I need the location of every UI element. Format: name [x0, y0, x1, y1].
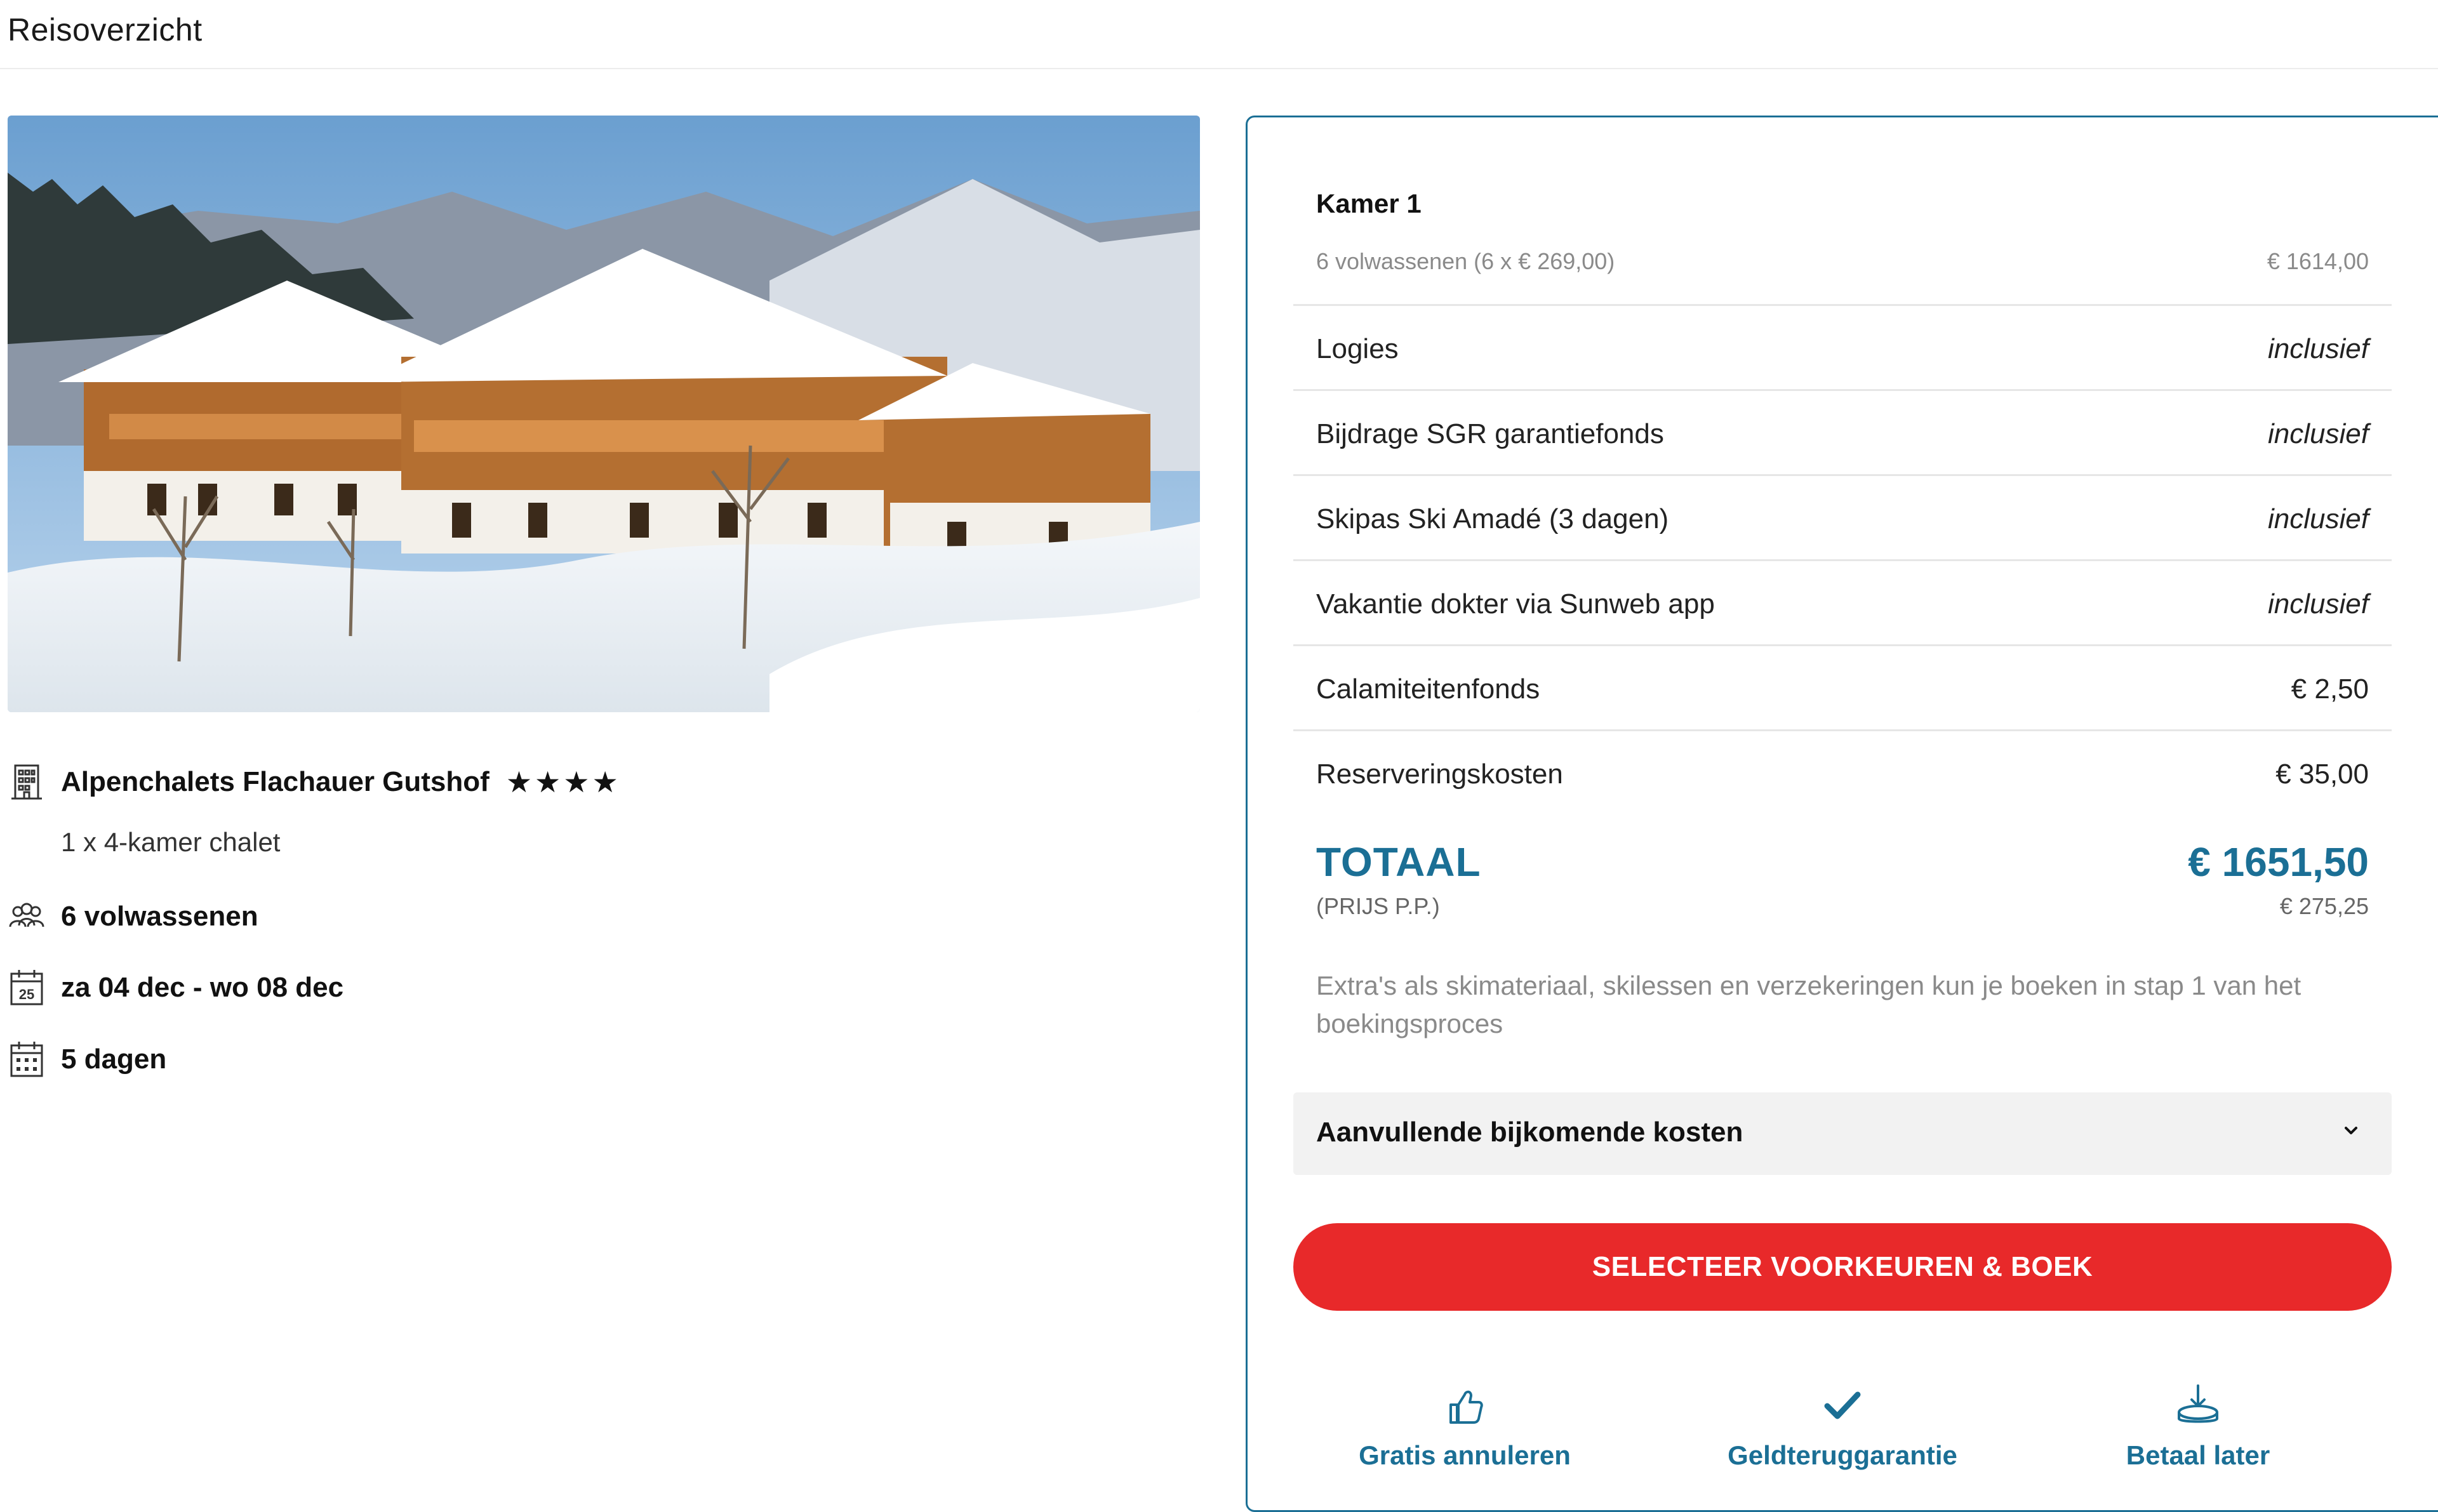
duration-row: 5 dagen: [8, 1039, 166, 1080]
line-dokter-label: Vakantie dokter via Sunweb app: [1316, 588, 1715, 620]
divider: [1293, 474, 2392, 476]
room-title: Kamer 1: [1316, 189, 1422, 218]
accordion-label: Aanvullende bijkomende kosten: [1316, 1117, 1743, 1148]
line-calamiteiten-label: Calamiteitenfonds: [1316, 673, 1540, 705]
select-preferences-book-button[interactable]: SELECTEER VOORKEUREN & BOEK: [1293, 1223, 2392, 1311]
divider: [1293, 729, 2392, 731]
book-button-label: SELECTEER VOORKEUREN & BOEK: [1592, 1251, 2093, 1282]
people-icon: [8, 896, 46, 937]
line-calamiteiten-value: € 2,50: [2291, 673, 2369, 705]
additional-costs-accordion[interactable]: Aanvullende bijkomende kosten: [1293, 1092, 2392, 1175]
divider: [1293, 559, 2392, 561]
divider: [1293, 644, 2392, 646]
price-summary-card: Kamer 1 6 volwassenen (6 x € 269,00) € 1…: [1246, 116, 2438, 1512]
building-icon: [8, 762, 46, 802]
line-logies-label: Logies: [1316, 333, 1399, 364]
total-label: TOTAAL: [1316, 839, 1481, 885]
download-tray-icon: [2178, 1384, 2218, 1423]
line-skipas-label: Skipas Ski Amadé (3 dagen): [1316, 503, 1669, 534]
hotel-photo: [8, 116, 1200, 712]
line-sgr-label: Bijdrage SGR garantiefonds: [1316, 418, 1664, 449]
hotel-row: Alpenchalets Flachauer Gutshof ★★★★: [8, 762, 621, 802]
guests-row: 6 volwassenen: [8, 896, 258, 937]
line-reservering-label: Reserveringskosten: [1316, 759, 1563, 790]
calendar-date-icon: 25: [8, 967, 46, 1008]
line-sgr-value: inclusief: [2268, 418, 2369, 449]
usp-free-cancellation: Gratis annuleren: [1287, 1381, 1642, 1471]
star-rating: ★★★★: [505, 766, 621, 799]
usp-money-back: Geldteruggarantie: [1665, 1381, 2020, 1471]
calendar-day-number: 25: [19, 986, 34, 1002]
page-title: Reisoverzicht: [8, 12, 203, 48]
hotel-name[interactable]: Alpenchalets Flachauer Gutshof: [61, 766, 490, 798]
room-detail: 6 volwassenen (6 x € 269,00): [1316, 248, 1615, 274]
divider: [1293, 304, 2392, 306]
line-logies-value: inclusief: [2268, 333, 2369, 364]
price-per-person-value: € 275,25: [2279, 893, 2369, 919]
line-dokter-value: inclusief: [2268, 588, 2369, 620]
divider: [1293, 389, 2392, 391]
chevron-down-icon: [2345, 1127, 2357, 1134]
page: Reisoverzicht Alpenchalets Flachauer Gut…: [0, 0, 2438, 1512]
line-skipas-value: inclusief: [2268, 503, 2369, 534]
thumbs-up-icon: [1449, 1390, 1483, 1424]
extras-note: Extra's als skimateriaal, skilessen en v…: [1316, 971, 2301, 1038]
line-reservering-value: € 35,00: [2275, 759, 2369, 790]
calendar-grid-icon: [8, 1039, 46, 1080]
guests-text: 6 volwassenen: [61, 901, 258, 932]
checkmark-icon: [1824, 1391, 1861, 1419]
dates-text: za 04 dec - wo 08 dec: [61, 972, 344, 1003]
price-per-person-label: (PRIJS P.P.): [1316, 893, 1440, 919]
usp-label: Geldteruggarantie: [1728, 1440, 1957, 1470]
page-header: Reisoverzicht: [0, 0, 2438, 69]
duration-text: 5 dagen: [61, 1044, 167, 1075]
room-type: 1 x 4-kamer chalet: [61, 827, 281, 857]
dates-row: 25 za 04 dec - wo 08 dec: [8, 967, 343, 1008]
usp-label: Gratis annuleren: [1359, 1440, 1571, 1470]
room-price: € 1614,00: [2267, 248, 2369, 274]
usp-pay-later: Betaal later: [2020, 1381, 2376, 1471]
usp-label: Betaal later: [2126, 1440, 2270, 1470]
total-price: € 1651,50: [2188, 839, 2369, 885]
